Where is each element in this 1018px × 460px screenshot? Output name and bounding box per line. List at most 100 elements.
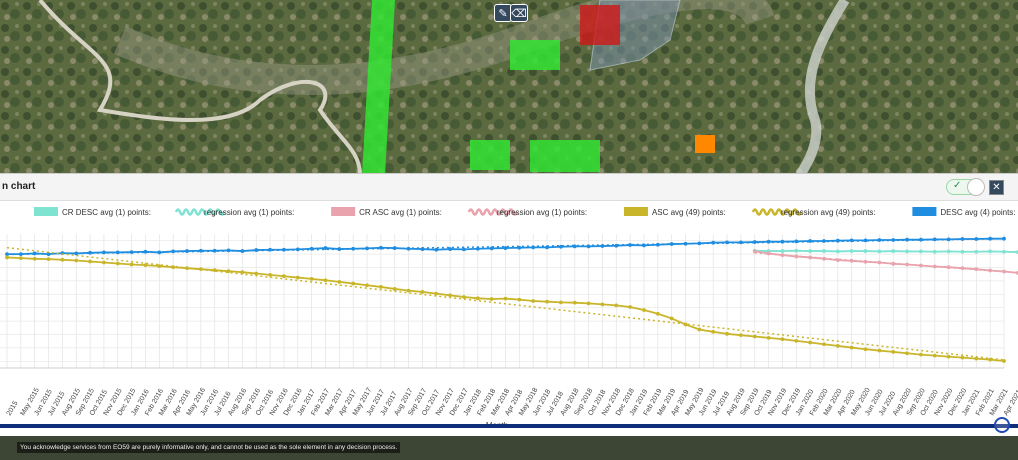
data-point: [295, 275, 300, 280]
data-point: [974, 249, 979, 254]
data-point: [503, 246, 508, 250]
data-point: [586, 301, 591, 306]
data-point: [74, 258, 79, 263]
data-point: [614, 243, 619, 248]
legend-item[interactable]: regression avg (1) points:: [174, 208, 294, 217]
toggle-switch[interactable]: ✓: [946, 178, 985, 196]
data-point: [88, 259, 92, 264]
data-point: [18, 252, 23, 256]
data-point: [240, 249, 245, 253]
data-point: [669, 316, 674, 321]
data-point: [960, 237, 965, 241]
data-point: [434, 291, 439, 296]
data-point: [932, 264, 937, 269]
data-point: [198, 267, 203, 272]
legend-item[interactable]: CR ASC avg (1) points:: [331, 207, 442, 217]
data-point: [794, 248, 799, 253]
data-point: [822, 256, 826, 261]
data-point: [143, 263, 148, 268]
legend-item[interactable]: regression avg (1) points:: [467, 208, 587, 217]
data-point: [1002, 269, 1006, 274]
legend-label: regression avg (1) points:: [204, 208, 294, 217]
data-point: [572, 244, 577, 249]
close-button[interactable]: ✕: [989, 180, 1004, 195]
data-point: [752, 334, 757, 339]
data-point: [351, 281, 356, 286]
data-point: [905, 249, 909, 254]
data-point: [808, 255, 813, 260]
data-point: [323, 246, 328, 250]
data-point: [683, 241, 688, 246]
data-point: [240, 270, 245, 275]
data-point: [711, 240, 716, 245]
data-point: [295, 247, 300, 252]
data-point: [129, 250, 134, 254]
legend-swatch: [623, 207, 648, 216]
data-point: [406, 246, 411, 251]
data-point: [974, 237, 979, 241]
data-point: [960, 249, 965, 254]
data-point: [378, 245, 383, 250]
data-point: [739, 240, 743, 245]
data-point: [794, 254, 799, 259]
data-point: [517, 297, 522, 302]
data-point: [642, 308, 646, 312]
data-point: [877, 260, 882, 265]
data-point: [849, 345, 854, 350]
data-point: [808, 239, 813, 243]
data-point: [919, 352, 923, 357]
data-point: [185, 266, 189, 271]
data-point: [919, 263, 923, 268]
data-point: [780, 249, 785, 253]
data-point: [1002, 236, 1006, 241]
data-point: [877, 348, 882, 353]
data-point: [628, 305, 633, 309]
data-point: [739, 333, 743, 338]
data-point: [365, 283, 369, 288]
data-point: [212, 248, 217, 253]
data-point: [835, 238, 840, 243]
data-point: [960, 266, 965, 271]
data-point: [268, 272, 272, 277]
data-point: [600, 244, 605, 248]
data-point: [365, 246, 369, 251]
legend-swatch: [912, 207, 937, 216]
data-point: [558, 244, 563, 249]
eraser-icon[interactable]: ⌫: [510, 4, 528, 22]
legend-item[interactable]: regression avg (49) points:: [751, 208, 876, 217]
legend-item[interactable]: DESC avg (4) points:: [912, 207, 1016, 217]
x-tick-label: 2015: [6, 400, 20, 417]
data-point: [18, 256, 23, 261]
panel-header: n chart ✓ ✕: [0, 174, 1018, 201]
data-point: [115, 261, 120, 266]
data-point: [849, 249, 854, 253]
data-point: [752, 240, 757, 244]
data-point: [1002, 249, 1006, 254]
data-point: [226, 269, 231, 274]
data-point: [655, 242, 660, 247]
disclaimer-text: You acknowledge services from EO59 are p…: [17, 442, 401, 453]
legend-item[interactable]: ASC avg (49) points:: [623, 207, 726, 217]
data-point: [655, 311, 660, 316]
data-point: [683, 322, 688, 327]
data-point: [974, 356, 979, 361]
legend-item[interactable]: CR DESC avg (1) points:: [34, 207, 151, 217]
data-point: [60, 257, 65, 262]
data-point: [766, 335, 771, 340]
data-point: [863, 259, 868, 264]
data-point: [835, 258, 840, 263]
legend-label: CR ASC avg (1) points:: [359, 208, 442, 217]
data-point: [268, 247, 272, 252]
data-point: [143, 249, 148, 254]
data-point: [766, 251, 771, 256]
toggle-knob: [967, 178, 985, 196]
data-point: [586, 244, 591, 249]
data-point: [212, 268, 217, 273]
timeline-track[interactable]: [0, 424, 1018, 428]
data-point: [475, 246, 480, 251]
data-point: [406, 288, 411, 293]
data-point: [448, 247, 453, 251]
data-point: [780, 239, 785, 244]
data-point: [849, 258, 854, 263]
timeline-handle[interactable]: [994, 417, 1010, 433]
